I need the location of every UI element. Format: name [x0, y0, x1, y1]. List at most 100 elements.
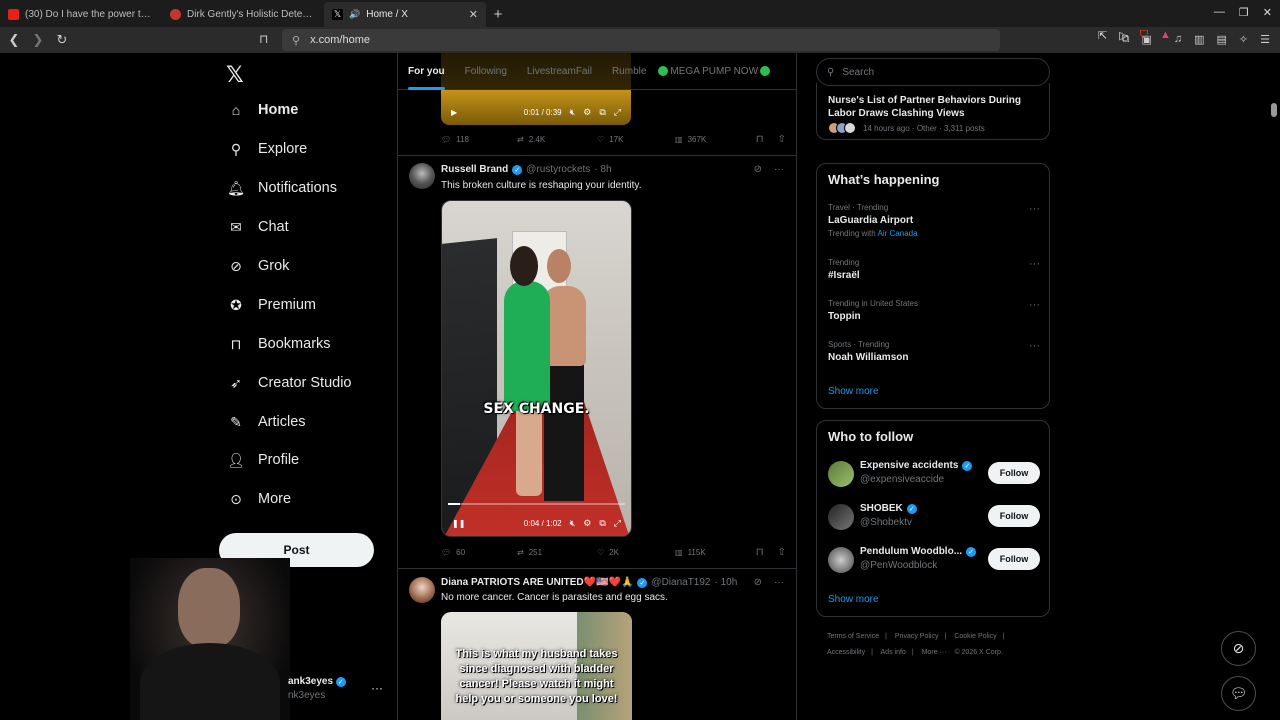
- footer-link[interactable]: Cookie Policy: [954, 633, 996, 640]
- repost-button[interactable]: ⇄ 2.4K: [517, 135, 597, 144]
- follow-suggestion[interactable]: Pendulum Woodblo... ✓ @PenWoodblock Follo…: [828, 546, 1040, 576]
- grok-icon[interactable]: ⊘: [754, 164, 762, 175]
- bookmark-page-icon[interactable]: ⊓: [259, 32, 268, 46]
- more-icon[interactable]: ···: [774, 164, 784, 175]
- footer-link[interactable]: Accessibility: [827, 649, 865, 656]
- follow-button[interactable]: Follow: [988, 548, 1040, 570]
- reply-button[interactable]: 💬︎ 118: [441, 135, 517, 144]
- nav-item-premium[interactable]: ✪ Premium: [228, 297, 316, 314]
- bookmark-icon[interactable]: ⊓: [756, 547, 764, 558]
- tweet-video[interactable]: SEX CHANGE. ❚❚ 0:04 / 1:02 🔇︎ ⚙ ⧉ ⤢: [441, 200, 632, 537]
- show-more-link[interactable]: Show more: [828, 386, 879, 397]
- fullscreen-icon[interactable]: ⤢: [614, 107, 621, 118]
- site-info-icon[interactable]: ⚲: [292, 34, 300, 47]
- avatar[interactable]: [828, 547, 854, 573]
- author-name[interactable]: Russell Brand: [441, 164, 508, 175]
- account-more-icon[interactable]: ···: [371, 681, 383, 695]
- url-text[interactable]: x.com/home: [310, 34, 370, 46]
- nav-item-articles[interactable]: ✎ Articles: [228, 414, 305, 431]
- pip-icon[interactable]: ⧉: [599, 518, 605, 529]
- nav-item-chat[interactable]: ✉ Chat: [228, 219, 289, 236]
- tab-for-you[interactable]: For you: [398, 53, 455, 90]
- author-name[interactable]: Diana PATRIOTS ARE UNITED❤️🇺🇸❤️🙏: [441, 577, 633, 588]
- tab-following[interactable]: Following: [455, 53, 517, 90]
- account-switcher[interactable]: ank3eyes ✓ nk3eyes: [288, 676, 346, 701]
- more-icon[interactable]: ···: [774, 577, 784, 588]
- views-button[interactable]: ▥ 367K: [675, 135, 749, 144]
- tweet-time[interactable]: · 10h: [715, 577, 738, 588]
- footer-link[interactable]: Ads info: [881, 649, 906, 656]
- leo-icon[interactable]: ✧: [1239, 33, 1248, 46]
- browser-tab-youtube[interactable]: (30) Do I have the power to cho: [0, 2, 162, 27]
- audio-icon[interactable]: 🔊: [349, 9, 360, 20]
- trend-item[interactable]: Trending #Israël ···: [828, 258, 1040, 281]
- mute-icon[interactable]: 🔇︎: [570, 107, 576, 118]
- reply-button[interactable]: 💬︎ 60: [441, 548, 517, 557]
- nav-item-explore[interactable]: ⚲ Explore: [228, 141, 307, 158]
- more-icon[interactable]: ···: [1029, 340, 1040, 352]
- fullscreen-icon[interactable]: ⤢: [614, 518, 621, 529]
- more-icon[interactable]: ···: [1029, 258, 1040, 270]
- wallet-icon[interactable]: ▣: [1141, 33, 1151, 46]
- maximize-icon[interactable]: ❐: [1239, 6, 1249, 19]
- settings-icon[interactable]: ⚙: [583, 518, 591, 529]
- bookmark-icon[interactable]: ⊓: [756, 134, 764, 145]
- nav-item-notifications[interactable]: 🔔︎ Notifications: [227, 180, 337, 197]
- author-handle[interactable]: @DianaT192: [651, 577, 710, 588]
- media-icon[interactable]: ♫: [1174, 33, 1182, 46]
- new-tab-button[interactable]: +: [486, 2, 510, 27]
- sidebar-icon[interactable]: ▥: [1194, 33, 1204, 46]
- nav-item-grok[interactable]: ⊘ Grok: [228, 258, 289, 275]
- footer-link[interactable]: Terms of Service: [827, 633, 879, 640]
- share-icon[interactable]: ⇧: [778, 547, 786, 558]
- close-window-icon[interactable]: ✕: [1263, 6, 1272, 19]
- wallet2-icon[interactable]: ▤: [1217, 33, 1227, 46]
- like-button[interactable]: ♡ 2K: [597, 548, 675, 557]
- follow-suggestion[interactable]: Expensive accidents ✓ @expensiveaccide Fo…: [828, 460, 1040, 490]
- repost-button[interactable]: ⇄ 251: [517, 548, 597, 557]
- close-tab-icon[interactable]: ✕: [469, 8, 478, 21]
- video-progress-bar[interactable]: [448, 503, 625, 505]
- browser-tab-dirk[interactable]: Dirk Gently's Holistic Detective A: [162, 2, 324, 27]
- show-more-link[interactable]: Show more: [828, 594, 879, 605]
- grok-float-button[interactable]: ⊘: [1221, 631, 1256, 666]
- tab-livestreamfail[interactable]: LivestreamFail: [517, 53, 602, 90]
- tab-rumble[interactable]: Rumble: [602, 53, 656, 90]
- chat-float-button[interactable]: 💬︎: [1221, 676, 1256, 711]
- extensions-icon[interactable]: ⧉: [1122, 33, 1130, 46]
- back-icon[interactable]: ❮: [4, 32, 24, 48]
- x-logo-icon[interactable]: 𝕏: [226, 62, 244, 88]
- nav-item-more[interactable]: ⊙ More: [228, 491, 291, 508]
- nav-item-profile[interactable]: 👤︎ Profile: [227, 452, 299, 469]
- tweet-time[interactable]: · 8h: [594, 164, 611, 175]
- tweet-video[interactable]: This is what my husband takes since diag…: [441, 612, 632, 720]
- pip-icon[interactable]: ⧉: [599, 107, 605, 118]
- share-icon[interactable]: ⇧: [778, 134, 786, 145]
- reload-icon[interactable]: ↻: [52, 32, 72, 48]
- footer-link[interactable]: Privacy Policy: [895, 633, 939, 640]
- avatar[interactable]: [828, 504, 854, 530]
- play-icon[interactable]: ▶: [451, 108, 457, 117]
- address-bar[interactable]: ⚲ x.com/home ⇱ ▷ ⛉ ▲: [282, 29, 1171, 51]
- trend-item[interactable]: Travel · Trending LaGuardia Airport Tren…: [828, 203, 1040, 238]
- avatar[interactable]: [828, 461, 854, 487]
- more-icon[interactable]: ···: [1029, 203, 1040, 215]
- page-scrollbar[interactable]: [1271, 103, 1277, 117]
- mute-icon[interactable]: 🔇︎: [570, 518, 576, 529]
- grok-icon[interactable]: ⊘: [754, 577, 762, 588]
- trend-item[interactable]: Sports · Trending Noah Williamson ···: [828, 340, 1040, 363]
- menu-icon[interactable]: ☰: [1260, 33, 1270, 46]
- avatar[interactable]: [409, 577, 435, 603]
- nav-item-creator-studio[interactable]: ➶ Creator Studio: [228, 375, 351, 392]
- avatar[interactable]: [409, 163, 435, 189]
- trend-link[interactable]: Air Canada: [878, 229, 918, 238]
- news-card[interactable]: Nurse's List of Partner Behaviors During…: [816, 83, 1050, 140]
- forward-icon[interactable]: ❯: [28, 32, 48, 48]
- nav-item-bookmarks[interactable]: ⊓ Bookmarks: [228, 336, 331, 353]
- tab-mega-pump-now[interactable]: MEGA PUMP NOW: [656, 53, 782, 90]
- like-button[interactable]: ♡ 17K: [597, 135, 675, 144]
- follow-button[interactable]: Follow: [988, 505, 1040, 527]
- nav-item-home[interactable]: ⌂ Home: [228, 102, 299, 118]
- author-handle[interactable]: @rustyrockets: [526, 164, 590, 175]
- search-input[interactable]: ⚲ Search: [816, 58, 1050, 86]
